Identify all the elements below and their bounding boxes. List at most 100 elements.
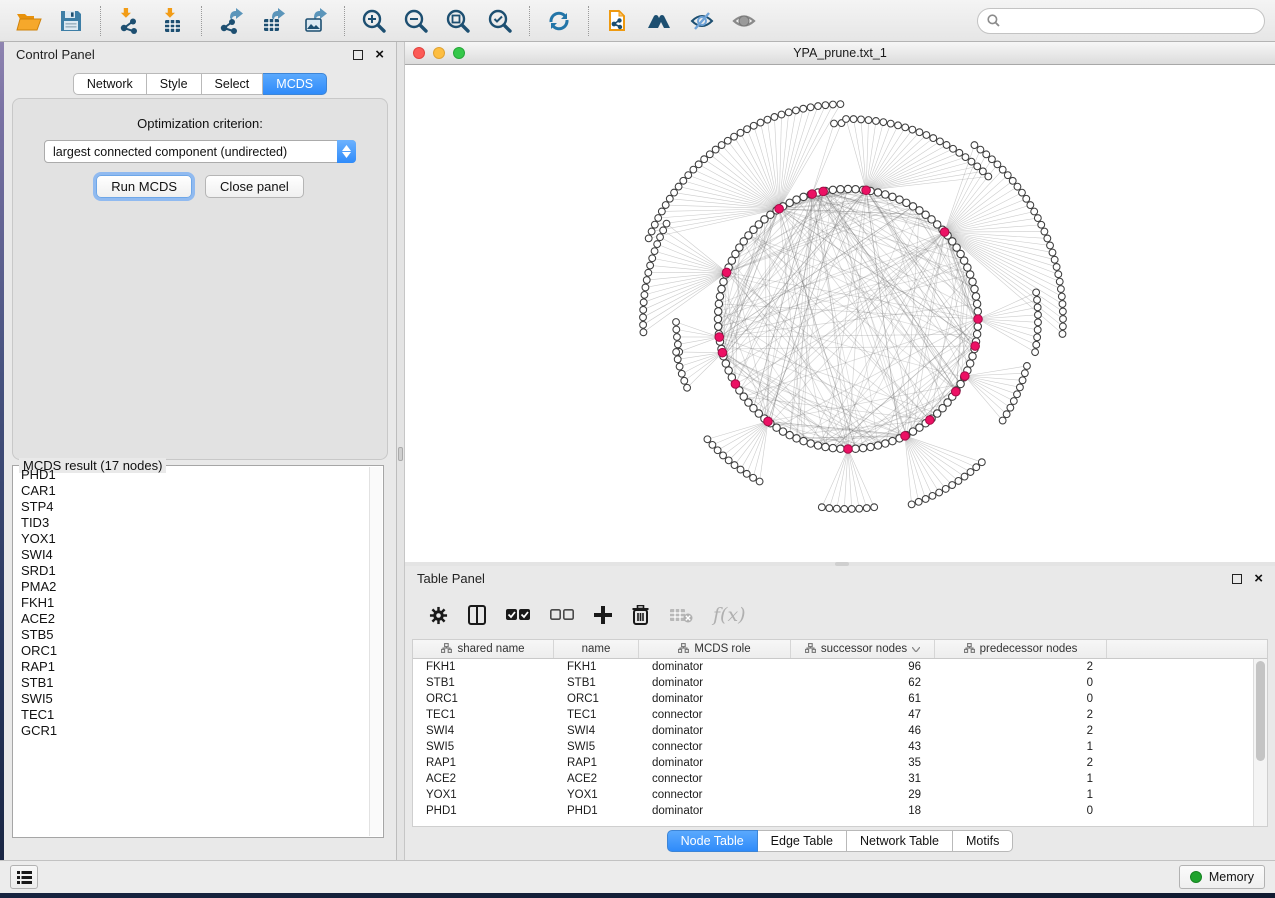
table-row[interactable]: SWI4SWI4dominator462: [413, 723, 1267, 739]
show-details-icon[interactable]: [725, 4, 763, 38]
dominator-node[interactable]: [901, 432, 910, 441]
column-header-MCDS-role[interactable]: MCDS role: [639, 640, 791, 658]
tab-edge-table[interactable]: Edge Table: [758, 830, 847, 852]
tab-motifs[interactable]: Motifs: [953, 830, 1013, 852]
tab-mcds[interactable]: MCDS: [263, 73, 327, 95]
add-column-icon[interactable]: [594, 606, 612, 624]
zoom-out-icon[interactable]: [397, 4, 435, 38]
search-input[interactable]: [1006, 14, 1255, 28]
dominator-node[interactable]: [775, 204, 784, 213]
settings-gear-icon[interactable]: [429, 606, 448, 625]
table-row[interactable]: SWI5SWI5connector431: [413, 739, 1267, 755]
export-table-icon[interactable]: [254, 4, 292, 38]
table-row[interactable]: PHD1PHD1dominator180: [413, 803, 1267, 819]
close-panel-icon[interactable]: ×: [375, 50, 384, 60]
delete-column-icon[interactable]: [632, 605, 649, 625]
result-item[interactable]: FKH1: [14, 595, 369, 611]
result-item[interactable]: STP4: [14, 499, 369, 515]
network-from-document-icon[interactable]: [599, 4, 637, 38]
result-item[interactable]: RAP1: [14, 659, 369, 675]
splitter-grip[interactable]: [398, 447, 403, 461]
result-item[interactable]: PHD1: [14, 467, 369, 483]
dominator-node[interactable]: [971, 342, 980, 351]
table-scrollbar[interactable]: [1253, 659, 1267, 826]
result-item[interactable]: SWI4: [14, 547, 369, 563]
dominator-node[interactable]: [862, 186, 871, 195]
result-item[interactable]: TEC1: [14, 707, 369, 723]
dominator-node[interactable]: [844, 445, 853, 454]
import-table-icon[interactable]: [153, 4, 191, 38]
table-row[interactable]: YOX1YOX1connector291: [413, 787, 1267, 803]
export-image-icon[interactable]: [296, 4, 334, 38]
cell-name: SWI5: [554, 739, 639, 755]
status-bar: Memory: [0, 860, 1275, 893]
dominator-node[interactable]: [974, 315, 983, 324]
dominator-node[interactable]: [764, 417, 773, 426]
cell-predecessor-nodes: 1: [935, 787, 1107, 803]
zoom-selected-icon[interactable]: [481, 4, 519, 38]
result-item[interactable]: PMA2: [14, 579, 369, 595]
tab-network[interactable]: Network: [73, 73, 147, 95]
result-item[interactable]: STB5: [14, 627, 369, 643]
dominator-node[interactable]: [715, 333, 724, 342]
table-row[interactable]: STB1STB1dominator620: [413, 675, 1267, 691]
result-item[interactable]: SRD1: [14, 563, 369, 579]
column-header-predecessor-nodes[interactable]: predecessor nodes: [935, 640, 1107, 658]
dominator-node[interactable]: [951, 387, 960, 396]
result-item[interactable]: CAR1: [14, 483, 369, 499]
result-item[interactable]: YOX1: [14, 531, 369, 547]
dominator-node[interactable]: [819, 187, 828, 196]
result-item[interactable]: ACE2: [14, 611, 369, 627]
open-folder-icon[interactable]: [10, 4, 48, 38]
float-panel-icon[interactable]: [1232, 574, 1242, 584]
result-item[interactable]: ORC1: [14, 643, 369, 659]
dominator-node[interactable]: [808, 190, 817, 199]
column-header-shared-name[interactable]: shared name: [413, 640, 554, 658]
zoom-in-icon[interactable]: [355, 4, 393, 38]
task-history-button[interactable]: [10, 865, 38, 889]
search-network-icon[interactable]: [641, 4, 679, 38]
result-item[interactable]: GCR1: [14, 723, 369, 739]
dominator-node[interactable]: [722, 268, 731, 277]
select-all-icon[interactable]: [506, 609, 530, 621]
deselect-all-icon[interactable]: [550, 609, 574, 621]
run-mcds-button[interactable]: Run MCDS: [96, 175, 192, 198]
result-item[interactable]: TID3: [14, 515, 369, 531]
table-row[interactable]: RAP1RAP1dominator352: [413, 755, 1267, 771]
float-panel-icon[interactable]: [353, 50, 363, 60]
result-item[interactable]: STB1: [14, 675, 369, 691]
result-item[interactable]: SWI5: [14, 691, 369, 707]
zoom-fit-icon[interactable]: [439, 4, 477, 38]
tab-node-table[interactable]: Node Table: [667, 830, 758, 852]
mcds-result-list[interactable]: PHD1CAR1STP4TID3YOX1SWI4SRD1PMA2FKH1ACE2…: [14, 467, 369, 836]
table-row[interactable]: ORC1ORC1dominator610: [413, 691, 1267, 707]
tab-style[interactable]: Style: [147, 73, 202, 95]
global-search[interactable]: [977, 8, 1265, 34]
criterion-dropdown[interactable]: largest connected component (undirected): [44, 140, 356, 163]
table-row[interactable]: ACE2ACE2connector311: [413, 771, 1267, 787]
refresh-icon[interactable]: [540, 4, 578, 38]
dominator-node[interactable]: [961, 372, 970, 381]
hide-details-icon[interactable]: [683, 4, 721, 38]
dominator-node[interactable]: [731, 380, 740, 389]
memory-button[interactable]: Memory: [1179, 865, 1265, 889]
table-row[interactable]: TEC1TEC1connector472: [413, 707, 1267, 723]
import-network-icon[interactable]: [111, 4, 149, 38]
table-row[interactable]: FKH1FKH1dominator962: [413, 659, 1267, 675]
vertical-splitter[interactable]: [397, 42, 405, 860]
column-header-name[interactable]: name: [554, 640, 639, 658]
columns-icon[interactable]: [468, 605, 486, 625]
save-icon[interactable]: [52, 4, 90, 38]
tab-select[interactable]: Select: [202, 73, 264, 95]
tab-network-table[interactable]: Network Table: [847, 830, 953, 852]
scrollbar-thumb[interactable]: [1256, 661, 1265, 761]
result-list-scrollbar[interactable]: [369, 467, 382, 836]
export-network-icon[interactable]: [212, 4, 250, 38]
dominator-node[interactable]: [718, 348, 727, 357]
dominator-node[interactable]: [940, 228, 949, 237]
network-canvas[interactable]: [405, 65, 1275, 562]
close-panel-icon[interactable]: ×: [1254, 574, 1263, 584]
column-header-successor-nodes[interactable]: successor nodes: [791, 640, 935, 658]
dominator-node[interactable]: [926, 416, 935, 425]
close-panel-button[interactable]: Close panel: [205, 175, 304, 198]
